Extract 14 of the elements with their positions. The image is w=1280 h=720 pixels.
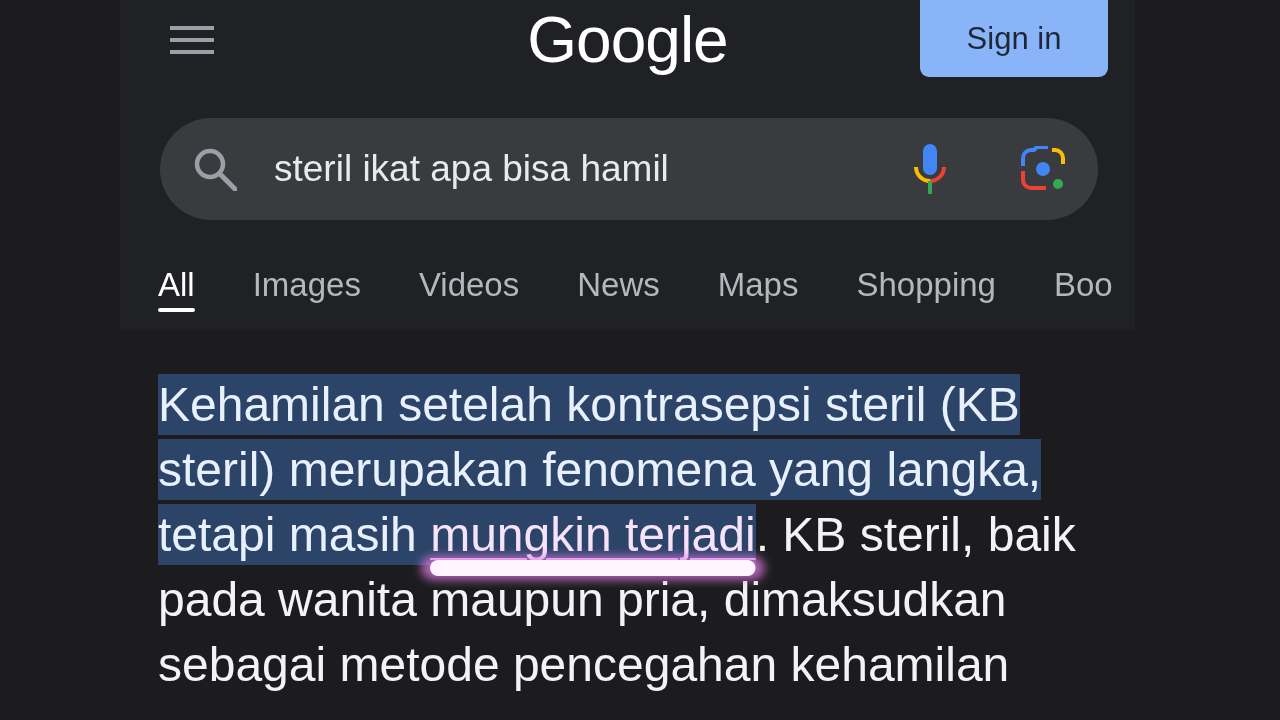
microphone-icon[interactable]	[912, 144, 948, 194]
tab[interactable]: Boo	[1053, 220, 1113, 330]
tab[interactable]: Videos	[418, 220, 520, 330]
tab[interactable]: News	[577, 220, 660, 330]
tab[interactable]: All	[158, 220, 195, 330]
tab[interactable]: Images	[252, 220, 361, 330]
camera-icon[interactable]	[1020, 146, 1066, 192]
sign-in-button[interactable]: Sign in	[920, 0, 1108, 77]
search-field[interactable]: steril ikat apa bisa hamil	[160, 118, 1098, 220]
tab[interactable]: Shopping	[856, 220, 996, 330]
tab[interactable]: Maps	[717, 220, 799, 330]
search-input[interactable]: steril ikat apa bisa hamil	[274, 148, 892, 190]
menu-icon[interactable]	[170, 26, 214, 54]
search-icon	[193, 147, 237, 191]
